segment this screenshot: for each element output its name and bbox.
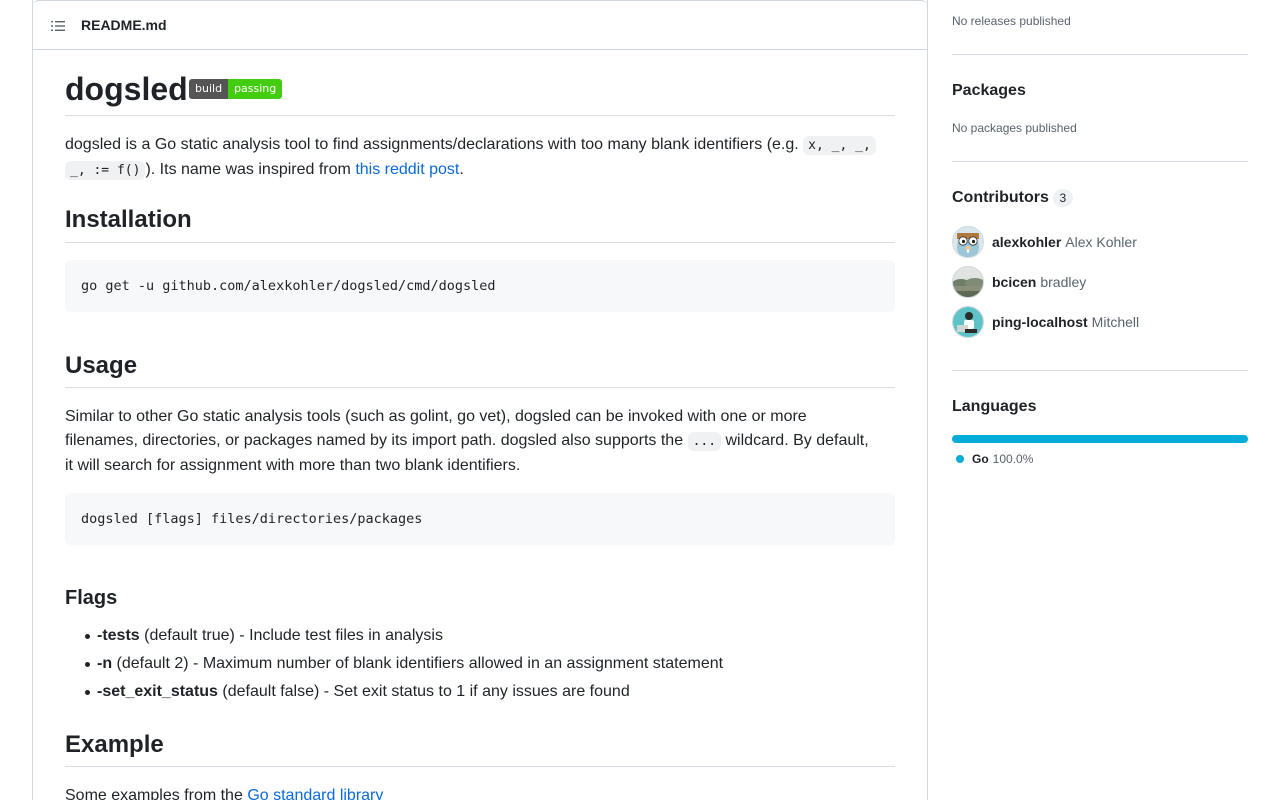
contributors-count-badge: 3 [1052,188,1073,207]
intro-code-1: x, _, _, [803,136,876,155]
list-item: -set_exit_status (default false) - Set e… [65,680,895,704]
usage-divider [65,387,895,388]
badge-status: passing [228,79,283,99]
contributor-name: Alex Kohler [1065,234,1137,250]
usage-line-1: Similar to other Go static analysis tool… [65,408,807,425]
table-of-contents-icon[interactable] [50,18,66,34]
person-avatar-icon [952,306,984,338]
usage-paragraph: Similar to other Go static analysis tool… [65,405,895,478]
flag-name: -set_exit_status [97,683,218,700]
language-name: Go [972,452,989,466]
packages-empty-text: No packages published [952,121,1077,135]
readme-filename: README.md [81,17,167,33]
contributor-name: Mitchell [1091,314,1140,330]
flags-heading: Flags [65,587,118,609]
wildcard-code: ... [687,432,722,451]
contributors-heading[interactable]: Contributors 3 [952,188,1073,208]
title-divider [65,115,895,116]
contributor-name: bradley [1040,274,1087,290]
language-color-dot [956,455,964,463]
usage-heading: Usage [65,352,138,379]
readme-panel: README.md dogsled build passing dogsled … [32,0,928,800]
build-status-badge[interactable]: build passing [189,79,283,99]
flags-list: -tests (default true) - Include test fil… [65,624,895,708]
landscape-avatar-icon [952,266,984,298]
page-title: dogsled [65,71,188,107]
contributor-login: ping-localhost [992,314,1088,330]
go-standard-library-link[interactable]: Go standard library [247,787,383,800]
sidebar-divider [952,54,1248,55]
languages-heading: Languages [952,398,1037,415]
example-divider [65,766,895,767]
flag-name: -n [97,655,113,672]
installation-divider [65,242,895,243]
contributors-label: Contributors [952,189,1049,206]
example-paragraph: Some examples from the Go standard libra… [65,784,895,800]
usage-line-3: it will search for assignment with more … [65,457,521,474]
badge-label: build [189,79,229,99]
usage-line-2b: wildcard. By default, [725,432,869,449]
contributor-item[interactable]: bcicen bradley [952,266,1086,298]
usage-code-block: dogsled [flags] files/directories/packag… [65,493,895,545]
gopher-avatar-icon [952,226,984,258]
sidebar-divider [952,161,1248,162]
contributor-item[interactable]: alexkohler Alex Kohler [952,226,1137,258]
list-item: -n (default 2) - Maximum number of blank… [65,652,895,676]
usage-line-2a: filenames, directories, or packages name… [65,432,684,449]
installation-heading: Installation [65,206,192,233]
contributor-login: alexkohler [992,234,1062,250]
intro-text-3: . [459,161,464,178]
intro-code-2: _, := f() [65,161,146,180]
example-heading: Example [65,731,164,758]
language-percent: 100.0% [992,452,1034,466]
flag-description: (default 2) - Maximum number of blank id… [112,655,724,672]
installation-code-block: go get -u github.com/alexkohler/dogsled/… [65,260,895,312]
sidebar-divider [952,370,1248,371]
flag-name: -tests [97,627,140,644]
packages-heading[interactable]: Packages [952,81,1026,101]
list-item: -tests (default true) - Include test fil… [65,624,895,648]
flag-description: (default false) - Set exit status to 1 i… [217,683,630,700]
reddit-post-link[interactable]: this reddit post [355,161,459,178]
intro-text-2: ). Its name was inspired from [145,161,351,178]
releases-empty-text: No releases published [952,14,1071,28]
intro-paragraph: dogsled is a Go static analysis tool to … [65,133,895,183]
readme-header: README.md [33,0,927,50]
language-bar[interactable] [952,435,1248,443]
contributor-login: bcicen [992,274,1037,290]
language-item-go[interactable]: Go 100.0% [952,452,1033,466]
intro-text-1: dogsled is a Go static analysis tool to … [65,136,799,153]
flag-description: (default true) - Include test files in a… [139,627,443,644]
example-text: Some examples from the [65,787,243,800]
contributor-item[interactable]: ping-localhost Mitchell [952,306,1139,338]
